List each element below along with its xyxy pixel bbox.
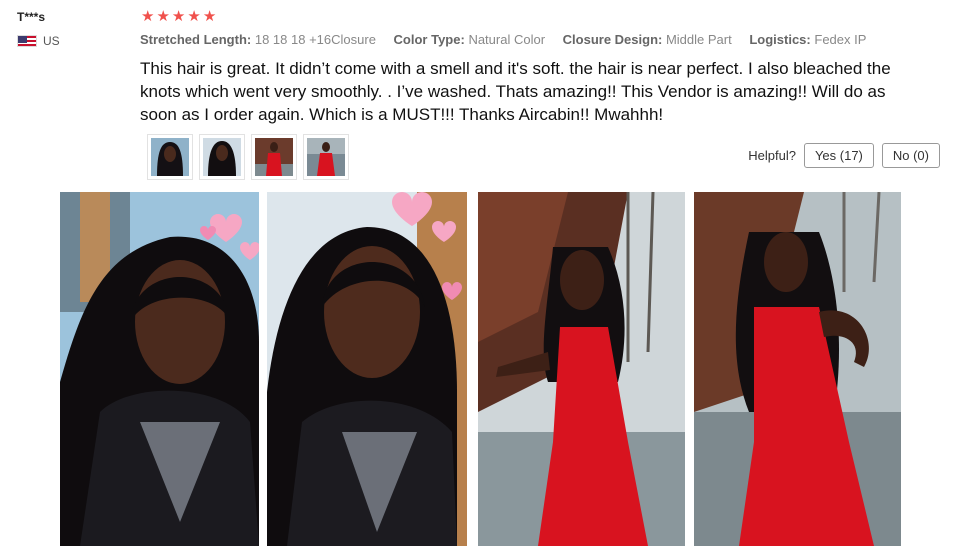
star-icon: ★ [156, 8, 170, 25]
reviewer-country: US [17, 34, 60, 48]
product-attributes: Stretched Length: 18 18 18 +16Closure Co… [140, 32, 880, 47]
attr-closure-design: Closure Design: Middle Part [562, 32, 732, 47]
review-photo-large[interactable] [478, 192, 685, 546]
red-dress-photo [478, 192, 685, 546]
country-code: US [43, 34, 60, 48]
attr-logistics: Logistics: Fedex IP [749, 32, 867, 47]
reviewer-name: T***s [17, 10, 46, 24]
attr-stretched-length: Stretched Length: 18 18 18 +16Closure [140, 32, 376, 47]
helpful-yes-button[interactable]: Yes (17) [803, 143, 874, 168]
photo-thumbnails [147, 134, 349, 180]
helpful-label: Helpful? [748, 148, 796, 163]
star-icon: ★ [202, 8, 217, 25]
selfie-photo [60, 192, 259, 546]
selfie-photo [203, 138, 241, 176]
selfie-photo [151, 138, 189, 176]
star-icon: ★ [187, 8, 201, 25]
red-dress-photo [255, 138, 293, 176]
red-dress-photo [694, 192, 901, 546]
star-icon: ★ [171, 8, 186, 25]
attr-color-type: Color Type: Natural Color [393, 32, 546, 47]
review-photo-thumbnail[interactable] [251, 134, 297, 180]
review-photo-large[interactable] [60, 192, 259, 546]
rating-stars: ★ ★ ★ ★ ★ [141, 9, 216, 25]
review-photo-thumbnail[interactable] [199, 134, 245, 180]
review-photo-thumbnail[interactable] [303, 134, 349, 180]
red-dress-photo [307, 138, 345, 176]
helpful-vote: Helpful? Yes (17) No (0) [748, 143, 940, 168]
review-photo-thumbnail[interactable] [147, 134, 193, 180]
review-photo-large[interactable] [267, 192, 467, 546]
us-flag-icon [17, 35, 37, 47]
review-photo-large[interactable] [694, 192, 901, 546]
selfie-photo [267, 192, 467, 546]
star-icon: ★ [141, 8, 155, 25]
review-text: This hair is great. It didn’t come with … [140, 59, 891, 124]
helpful-no-button[interactable]: No (0) [881, 143, 940, 168]
